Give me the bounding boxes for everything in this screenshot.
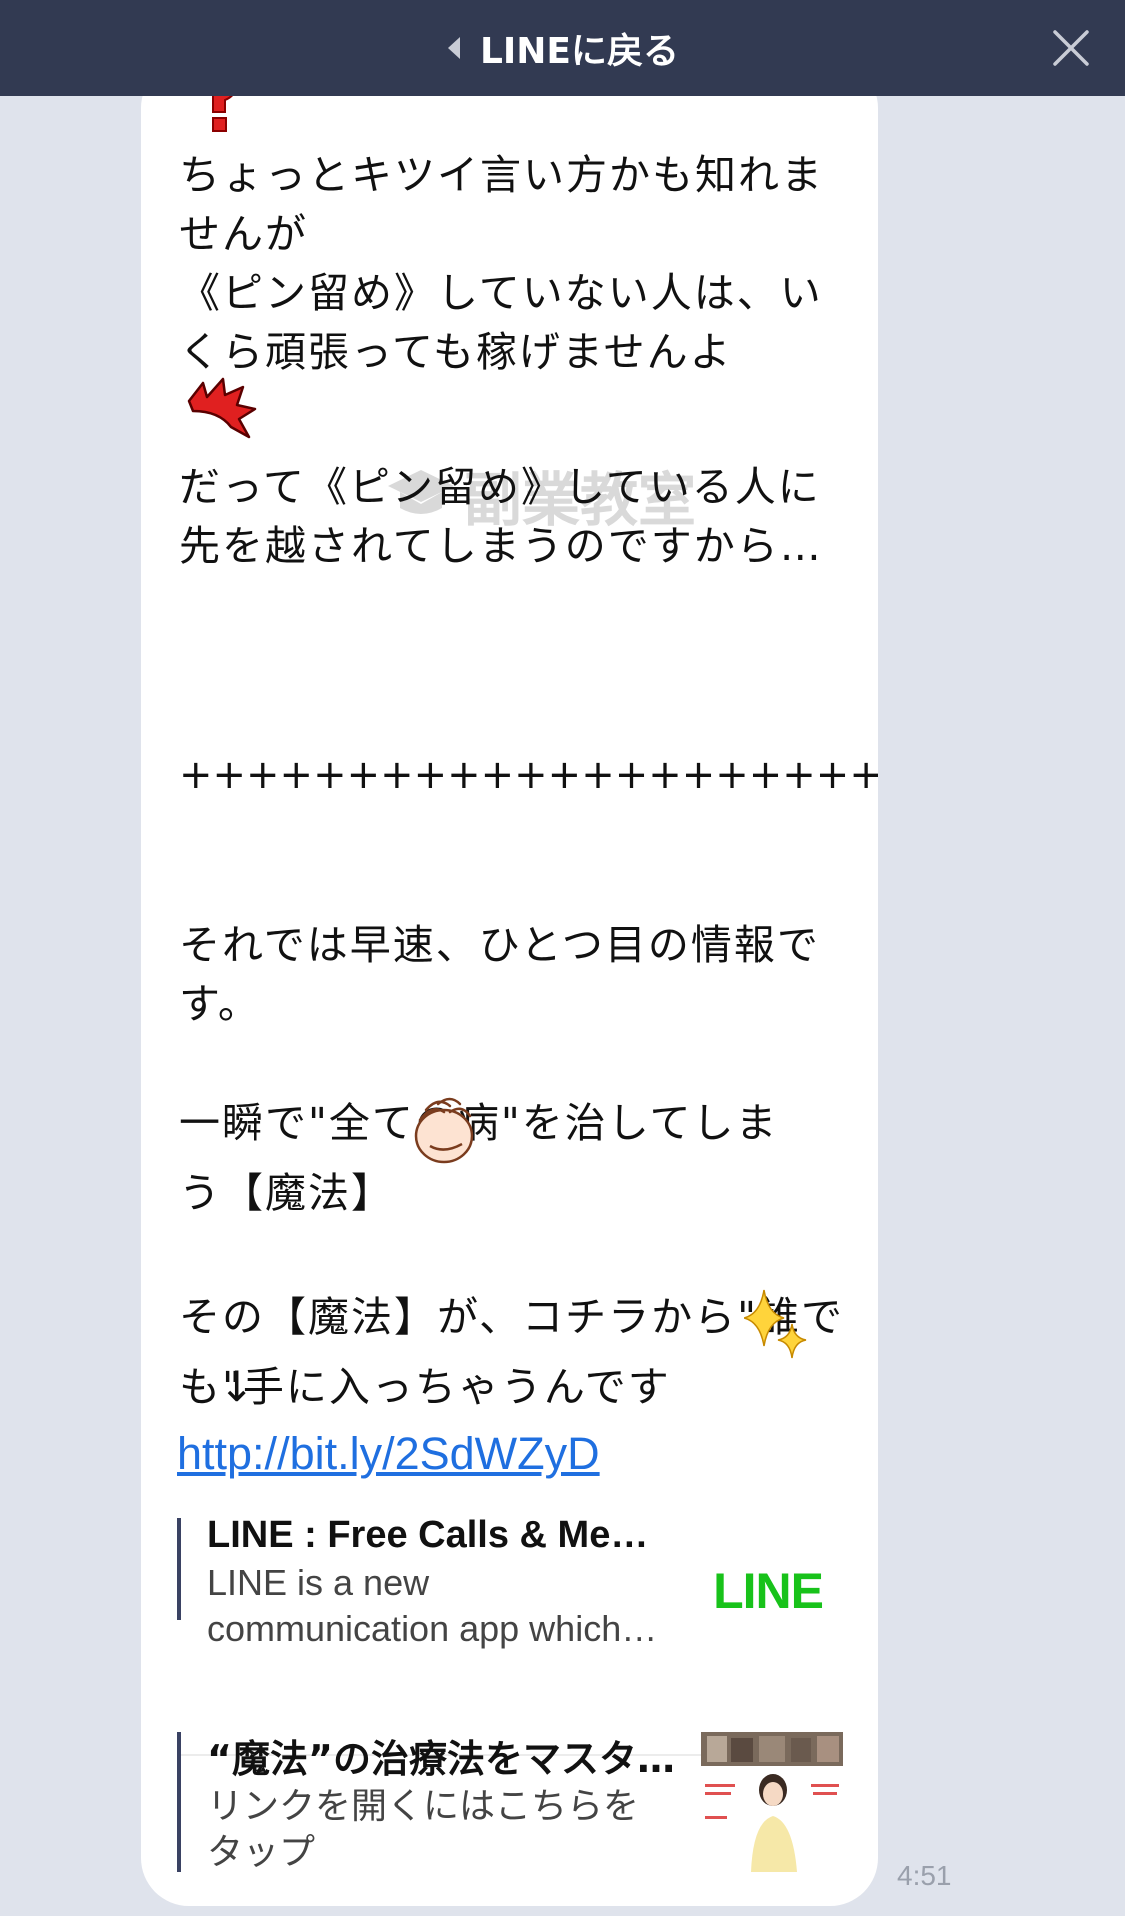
back-to-line-button[interactable]: LINEに戻る [446, 22, 679, 74]
link-preview-line[interactable]: LINE : Free Calls & Messages LINE is a n… [177, 1514, 843, 1649]
preview-title: LINE : Free Calls & Messages [207, 1514, 667, 1556]
preview-desc-line-2: タップ [207, 1832, 316, 1873]
preview-bar [177, 1518, 181, 1620]
link-preview-magic[interactable]: “魔法”の治療法をマスターしよう リンクを開くにはこちらを タップ [177, 1730, 843, 1873]
preview-desc-line-1: リンクを開くにはこちらを [207, 1786, 640, 1827]
preview-description: リンクを開くにはこちらを タップ [207, 1784, 667, 1876]
thumbnail-image [701, 1730, 843, 1872]
timestamp: 4:51 [897, 1860, 952, 1891]
message-bubble: ちょっとキツイ言い方かも知れませんが 《ピン留め》していない人は、いくら頑張って… [141, 60, 878, 1906]
preview-bar [177, 1732, 181, 1872]
sparkles-icon [744, 1289, 807, 1359]
preview-desc-line-1: LINE is a new [207, 1562, 430, 1603]
message-line-2: 《ピン留め》していない人は、いくら頑張っても稼げませんよ [179, 269, 823, 376]
preview-description: LINE is a new communication app which al… [207, 1560, 667, 1652]
header-bar: LINEに戻る [0, 0, 1125, 96]
anger-icon [187, 377, 257, 439]
close-icon [1053, 30, 1089, 66]
down-arrow: ↓ [219, 1362, 255, 1411]
close-button[interactable] [1047, 24, 1095, 72]
message-link[interactable]: http://bit.ly/2SdWZyD [177, 1428, 600, 1480]
plus-separator: ++++++++++++++++++++++++++++++ [179, 752, 878, 798]
chevron-left-icon [447, 37, 460, 59]
clapping-hands-icon [414, 1097, 474, 1164]
message-line-4: それでは早速、ひとつ目の情報です。 [179, 921, 820, 1028]
line-logo: LINE [713, 1563, 824, 1619]
message-content: ちょっとキツイ言い方かも知れませんが 《ピン留め》していない人は、いくら頑張って… [141, 60, 878, 1906]
back-label: LINEに戻る [479, 31, 680, 72]
message-line-1: ちょっとキツイ言い方かも知れませんが [179, 151, 824, 258]
preview-thumbnail [701, 1730, 843, 1872]
message-line-3: だって《ピン留め》している人に先を越されてしまうのですから… [179, 463, 823, 570]
preview-title: “魔法”の治療法をマスターしよう [207, 1737, 677, 1781]
preview-desc-line-2: communication app which allows you [207, 1608, 667, 1649]
